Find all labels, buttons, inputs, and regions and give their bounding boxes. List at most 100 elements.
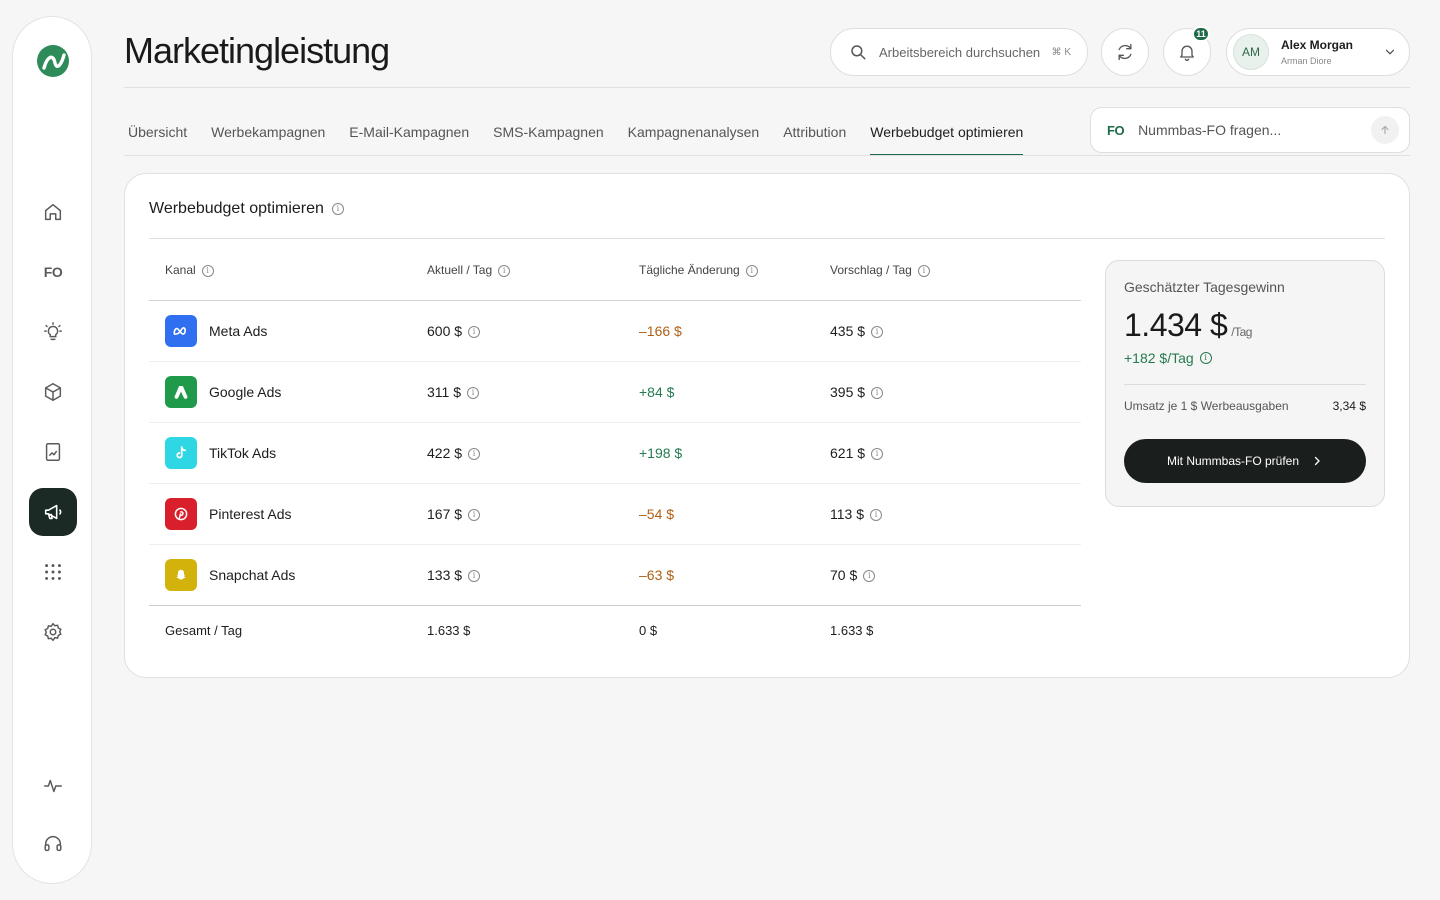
notifications-button[interactable]: 11 (1163, 26, 1211, 76)
activity-icon (44, 779, 62, 793)
cta-label: Mit Nummbas-FO prüfen (1166, 454, 1300, 468)
report-icon (45, 443, 61, 461)
tiktok-logo-icon (165, 436, 197, 469)
channel-name: Google Ads (209, 383, 282, 400)
sidebar-item-settings[interactable] (29, 608, 77, 656)
user-name: Alex Morgan (1281, 38, 1354, 52)
notification-badge: 11 (1192, 26, 1210, 42)
avatar: AM (1233, 34, 1269, 70)
sidebar-item-products[interactable] (29, 368, 77, 416)
tabs-divider (124, 155, 1410, 156)
info-icon[interactable]: i (468, 447, 481, 460)
info-icon[interactable]: i (863, 569, 876, 582)
tab-campaign-analytics[interactable]: Kampagnenanalysen (628, 108, 760, 156)
fo-icon: FO (1107, 122, 1125, 138)
info-icon[interactable]: i (498, 264, 511, 277)
sidebar-item-support[interactable] (29, 820, 77, 868)
send-button[interactable] (1371, 116, 1399, 144)
tab-email-campaigns[interactable]: E-Mail-Kampagnen (349, 108, 469, 156)
profit-summary: Geschätzter Tagesgewinn 1.434 $/Tag +182… (1105, 260, 1385, 507)
tab-bar: Übersicht Werbekampagnen E-Mail-Kampagne… (128, 108, 1024, 156)
current-value: 422 $ (427, 444, 463, 461)
table-row[interactable]: Meta Ads 600 $ i –166 $ 435 $ i (149, 300, 1081, 362)
channel-name: Meta Ads (209, 322, 268, 339)
channel-name: Pinterest Ads (209, 505, 292, 522)
suggest-value: 113 $ (830, 505, 864, 522)
total-label: Gesamt / Tag (165, 622, 243, 638)
table-row[interactable]: Snapchat Ads 133 $ i –63 $ 70 $ i (149, 544, 1081, 606)
sidebar-item-apps[interactable] (29, 548, 77, 596)
change-value: –166 $ (639, 322, 682, 339)
fo-icon: FO (43, 264, 63, 280)
user-subtitle: Arman Diore (1281, 56, 1332, 66)
info-icon[interactable]: i (871, 447, 884, 460)
table-row[interactable]: Google Ads 311 $ i +84 $ 395 $ i (149, 361, 1081, 423)
search-placeholder: Arbeitsbereich durchsuchen (879, 44, 1041, 60)
sidebar-item-activity[interactable] (29, 762, 77, 810)
home-icon (44, 203, 62, 221)
sidebar-item-home[interactable] (29, 188, 77, 236)
current-value: 167 $ (427, 505, 463, 522)
channel-name: Snapchat Ads (209, 566, 296, 583)
change-value: –63 $ (639, 566, 675, 583)
tab-optimize-budget[interactable]: Werbebudget optimieren (870, 108, 1024, 156)
page-title: Marketingleistung (124, 30, 390, 71)
google-ads-logo-icon (165, 375, 197, 408)
info-icon[interactable]: i (468, 325, 481, 338)
column-header-channel: Kanal (165, 262, 196, 277)
budget-card: Werbebudget optimieren i Kanal i Aktuell … (124, 173, 1410, 678)
info-icon[interactable]: i (871, 386, 884, 399)
refresh-button[interactable] (1101, 28, 1149, 76)
profit-label: Geschätzter Tagesgewinn (1124, 279, 1285, 295)
arrow-up-icon (1381, 125, 1389, 135)
info-icon[interactable]: i (1199, 352, 1212, 364)
suggest-value: 395 $ (830, 383, 866, 400)
ask-placeholder: Nummbas-FO fragen... (1138, 122, 1282, 138)
table-row[interactable]: Pinterest Ads 167 $ i –54 $ 113 $ i (149, 483, 1081, 545)
tab-sms-campaigns[interactable]: SMS-Kampagnen (493, 108, 604, 156)
refresh-icon (1118, 43, 1132, 61)
search-input[interactable]: Arbeitsbereich durchsuchen ⌘ K (830, 28, 1088, 76)
sidebar: FO (12, 16, 92, 884)
tab-attribution[interactable]: Attribution (783, 108, 846, 156)
column-header-change: Tägliche Änderung (639, 262, 740, 277)
info-icon[interactable]: i (468, 569, 481, 582)
profit-delta: +182 $/Tag (1124, 350, 1194, 366)
sidebar-item-fo[interactable]: FO (29, 248, 77, 296)
bell-icon (1180, 45, 1194, 61)
info-icon[interactable]: i (870, 508, 882, 521)
check-with-assistant-button[interactable]: Mit Nummbas-FO prüfen (1124, 439, 1366, 483)
header-divider (124, 87, 1410, 88)
profit-divider (1124, 384, 1366, 385)
tab-overview[interactable]: Übersicht (128, 108, 187, 156)
roas-label: Umsatz je 1 $ Werbeausgaben (1124, 399, 1289, 413)
info-icon[interactable]: i (331, 203, 344, 215)
change-value: +84 $ (639, 383, 675, 400)
info-icon[interactable]: i (917, 264, 930, 277)
table-row[interactable]: TikTok Ads 422 $ i +198 $ 621 $ i (149, 422, 1081, 484)
total-change: 0 $ (639, 622, 658, 638)
user-menu[interactable]: AM Alex Morgan Arman Diore (1226, 28, 1410, 76)
lightbulb-icon (44, 322, 62, 341)
suggest-value: 435 $ (830, 322, 866, 339)
info-icon[interactable]: i (467, 386, 479, 399)
settings-icon (44, 622, 62, 642)
headset-icon (44, 836, 62, 852)
app-logo-icon[interactable] (35, 43, 71, 79)
card-title: Werbebudget optimieren (149, 200, 324, 217)
info-icon[interactable]: i (201, 264, 214, 277)
ask-assistant-input[interactable]: FO Nummbas-FO fragen... (1090, 107, 1410, 153)
budget-table: Kanal i Aktuell / Tag i Tägliche Änderung i… (149, 240, 1081, 655)
info-icon[interactable]: i (745, 264, 758, 277)
info-icon[interactable]: i (871, 325, 884, 338)
search-icon (851, 45, 866, 60)
snapchat-logo-icon (165, 558, 197, 591)
info-icon[interactable]: i (468, 508, 481, 521)
sidebar-item-reports[interactable] (29, 428, 77, 476)
chevron-right-icon (1314, 456, 1320, 466)
tab-ad-campaigns[interactable]: Werbekampagnen (211, 108, 325, 156)
total-suggest: 1.633 $ (830, 622, 874, 638)
sidebar-item-ideas[interactable] (29, 308, 77, 356)
suggest-value: 70 $ (830, 566, 858, 583)
sidebar-item-marketing[interactable] (29, 488, 77, 536)
